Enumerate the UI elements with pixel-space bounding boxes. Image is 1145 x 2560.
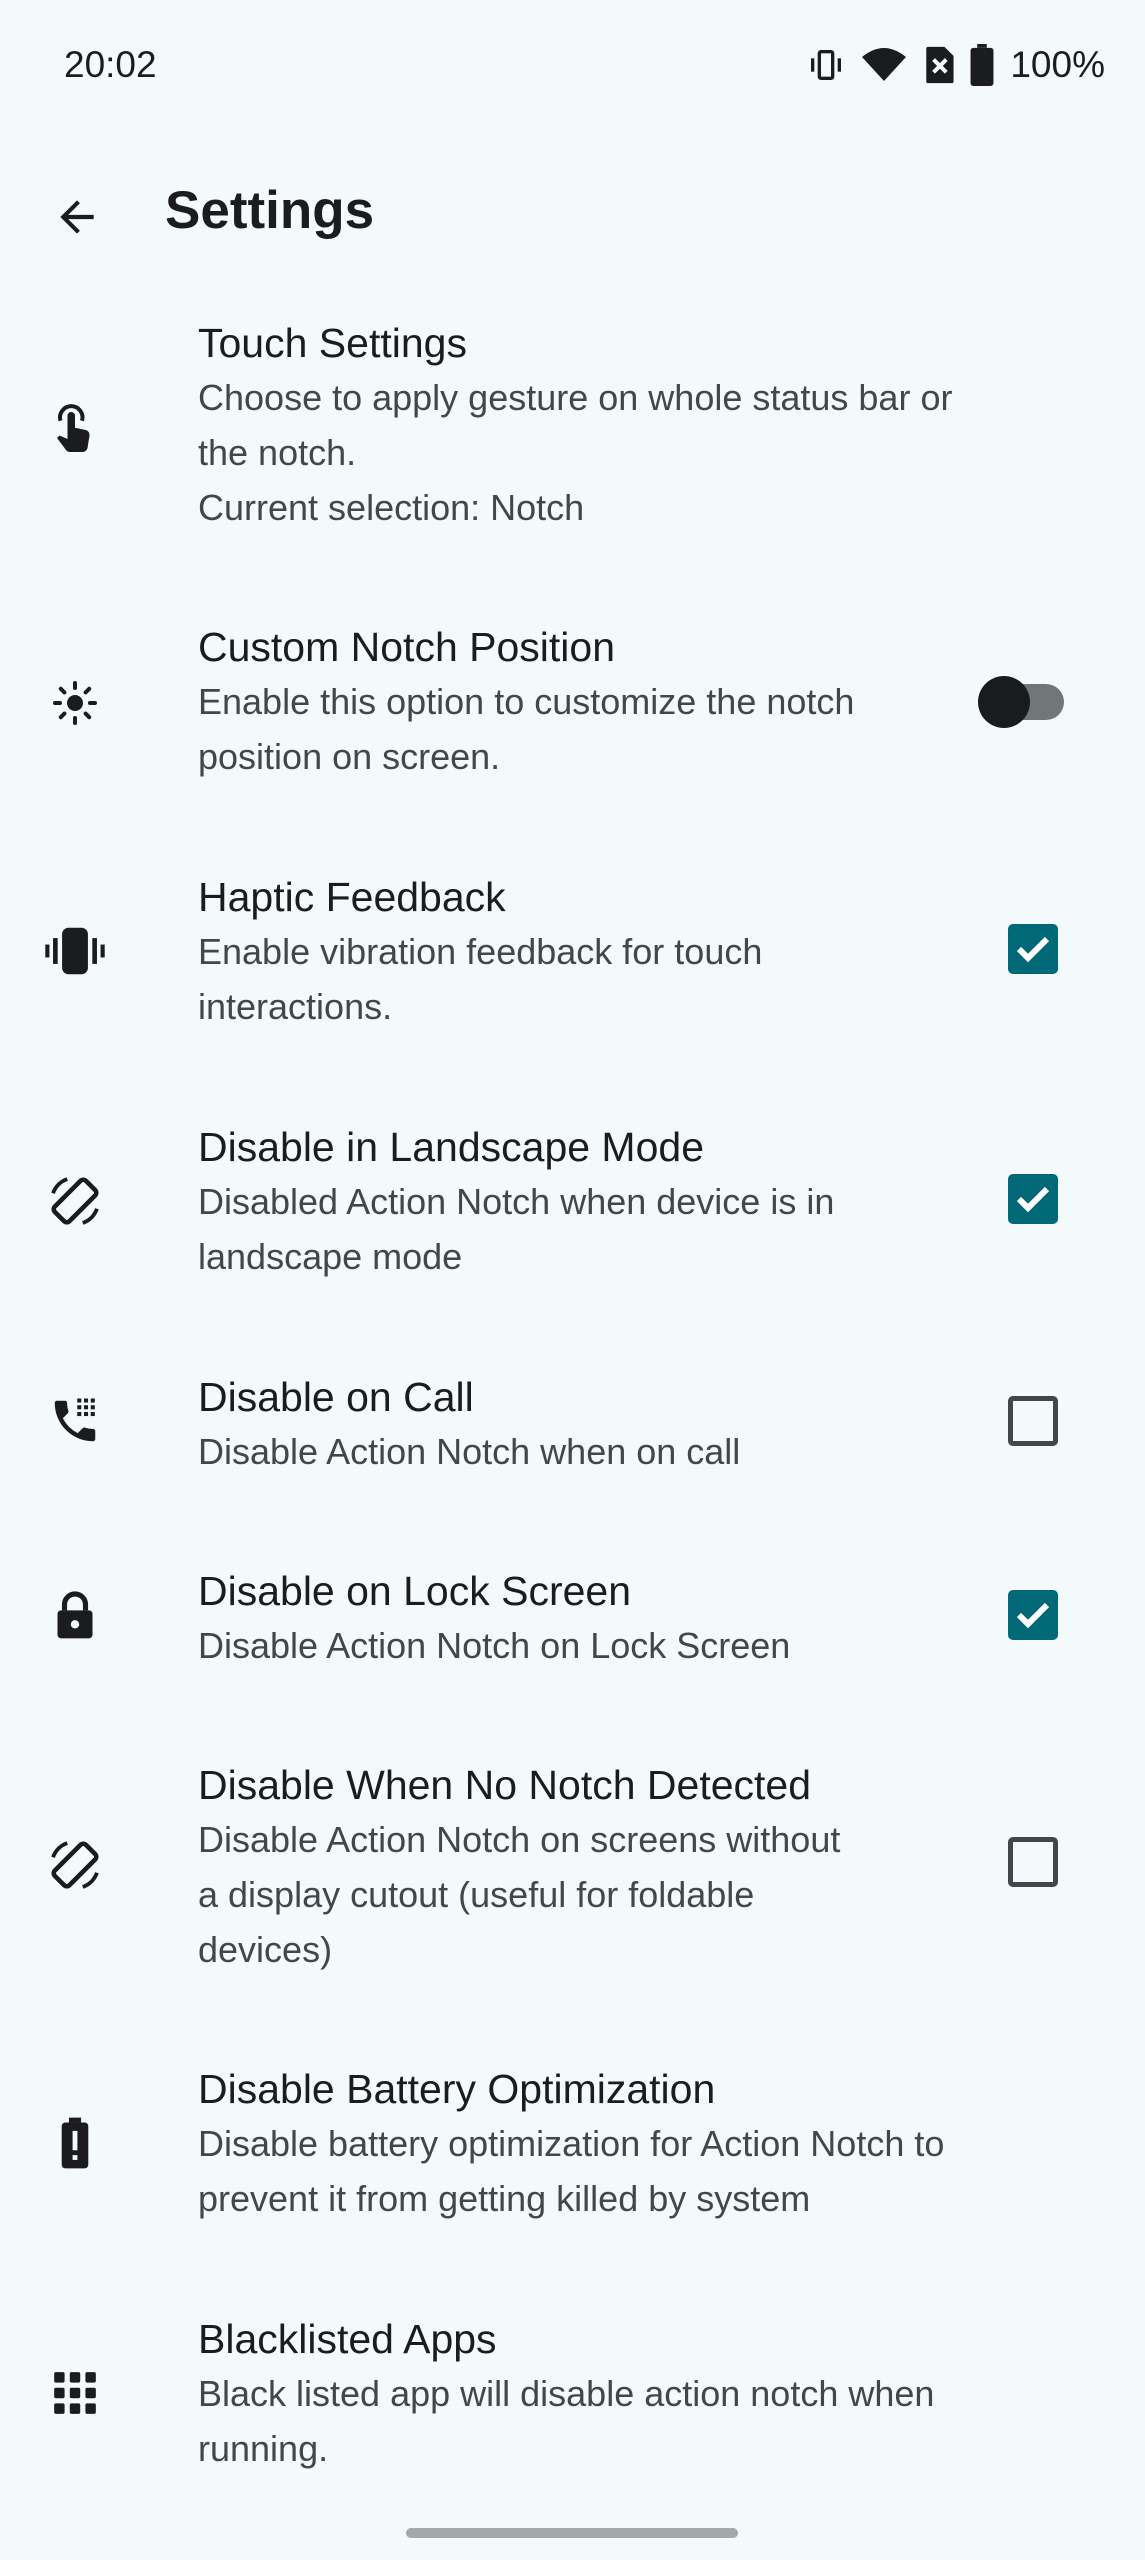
summary-line: Disable Action Notch on screens without bbox=[198, 1819, 841, 1860]
summary-line: the notch. bbox=[198, 432, 357, 473]
battery-percentage: 100% bbox=[1010, 44, 1105, 85]
setting-title: Disable in Landscape Mode bbox=[198, 1124, 704, 1170]
screen-rotation-icon bbox=[40, 1830, 110, 1900]
setting-custom-notch-position[interactable]: Custom Notch Position Enable this option… bbox=[0, 604, 1145, 804]
setting-summary: Enable vibration feedback for touch inte… bbox=[198, 924, 762, 1034]
summary-line: running. bbox=[198, 2428, 329, 2469]
setting-summary: Disable Action Notch on Lock Screen bbox=[198, 1618, 790, 1673]
status-bar: 20:02 100% bbox=[0, 0, 1145, 136]
brightness-icon bbox=[40, 668, 110, 738]
screen-rotation-icon bbox=[40, 1166, 110, 1236]
custom-notch-switch[interactable] bbox=[978, 676, 1070, 728]
setting-summary: Disable Action Notch when on call bbox=[198, 1424, 740, 1479]
setting-disable-no-notch[interactable]: Disable When No Notch Detected Disable A… bbox=[0, 1742, 1145, 2002]
battery-alert-icon bbox=[40, 2108, 110, 2178]
summary-line: Current selection: Notch bbox=[198, 487, 585, 528]
summary-line: interactions. bbox=[198, 986, 393, 1027]
summary-line: landscape mode bbox=[198, 1236, 463, 1277]
summary-line: Disable Action Notch on Lock Screen bbox=[198, 1625, 791, 1666]
no-sim-icon bbox=[922, 45, 956, 85]
vibration-icon bbox=[40, 916, 110, 986]
summary-line: Enable this option to customize the notc… bbox=[198, 681, 855, 722]
setting-touch-settings[interactable]: Touch Settings Choose to apply gesture o… bbox=[0, 300, 1145, 560]
setting-title: Disable on Lock Screen bbox=[198, 1568, 632, 1614]
summary-line: Disable battery optimization for Action … bbox=[198, 2123, 945, 2164]
check-icon bbox=[1016, 936, 1050, 963]
vibrate-icon bbox=[806, 45, 846, 85]
summary-line: Choose to apply gesture on whole status … bbox=[198, 377, 953, 418]
battery-icon bbox=[970, 44, 994, 86]
status-time: 20:02 bbox=[64, 44, 157, 85]
disable-no-notch-checkbox[interactable] bbox=[1008, 1837, 1058, 1887]
setting-haptic-feedback[interactable]: Haptic Feedback Enable vibration feedbac… bbox=[0, 854, 1145, 1054]
setting-title: Haptic Feedback bbox=[198, 874, 506, 920]
setting-summary: Enable this option to customize the notc… bbox=[198, 674, 854, 784]
setting-title: Custom Notch Position bbox=[198, 624, 616, 670]
summary-line: Black listed app will disable action not… bbox=[198, 2373, 935, 2414]
touch-app-icon bbox=[40, 392, 110, 462]
setting-blacklisted-apps[interactable]: Blacklisted Apps Black listed app will d… bbox=[0, 2296, 1145, 2496]
haptic-feedback-checkbox[interactable] bbox=[1008, 924, 1058, 974]
disable-lock-screen-checkbox[interactable] bbox=[1008, 1590, 1058, 1640]
switch-thumb bbox=[978, 676, 1030, 728]
summary-line: devices) bbox=[198, 1929, 333, 1970]
setting-disable-landscape[interactable]: Disable in Landscape Mode Disabled Actio… bbox=[0, 1104, 1145, 1304]
setting-title: Disable Battery Optimization bbox=[198, 2066, 716, 2112]
gesture-navigation-bar[interactable] bbox=[406, 2528, 738, 2538]
summary-line: a display cutout (useful for foldable bbox=[198, 1874, 755, 1915]
setting-disable-battery-optimization[interactable]: Disable Battery Optimization Disable bat… bbox=[0, 2046, 1145, 2246]
setting-disable-on-call[interactable]: Disable on Call Disable Action Notch whe… bbox=[0, 1354, 1145, 1504]
summary-line: Disable Action Notch when on call bbox=[198, 1431, 741, 1472]
setting-summary: Black listed app will disable action not… bbox=[198, 2366, 934, 2476]
disable-on-call-checkbox[interactable] bbox=[1008, 1396, 1058, 1446]
setting-summary: Choose to apply gesture on whole status … bbox=[198, 370, 952, 535]
setting-title: Disable When No Notch Detected bbox=[198, 1762, 812, 1808]
summary-line: position on screen. bbox=[198, 736, 501, 777]
setting-title: Touch Settings bbox=[198, 320, 467, 366]
check-icon bbox=[1016, 1186, 1050, 1213]
wifi-icon bbox=[860, 45, 908, 85]
dialpad-call-icon bbox=[40, 1386, 110, 1456]
check-icon bbox=[1016, 1602, 1050, 1629]
summary-line: Enable vibration feedback for touch bbox=[198, 931, 763, 972]
lock-icon bbox=[40, 1580, 110, 1650]
back-button[interactable] bbox=[38, 178, 116, 256]
setting-title: Disable on Call bbox=[198, 1374, 474, 1420]
status-icons: 100% bbox=[806, 44, 1105, 86]
setting-summary: Disabled Action Notch when device is in … bbox=[198, 1174, 834, 1284]
summary-line: prevent it from getting killed by system bbox=[198, 2178, 811, 2219]
disable-landscape-checkbox[interactable] bbox=[1008, 1174, 1058, 1224]
setting-disable-lock-screen[interactable]: Disable on Lock Screen Disable Action No… bbox=[0, 1548, 1145, 1698]
apps-grid-icon bbox=[40, 2358, 110, 2428]
setting-summary: Disable Action Notch on screens without … bbox=[198, 1812, 840, 1977]
setting-title: Blacklisted Apps bbox=[198, 2316, 497, 2362]
app-bar: Settings bbox=[0, 150, 1145, 280]
setting-summary: Disable battery optimization for Action … bbox=[198, 2116, 944, 2226]
page-title: Settings bbox=[165, 181, 375, 240]
summary-line: Disabled Action Notch when device is in bbox=[198, 1181, 835, 1222]
arrow-back-icon bbox=[60, 200, 94, 234]
